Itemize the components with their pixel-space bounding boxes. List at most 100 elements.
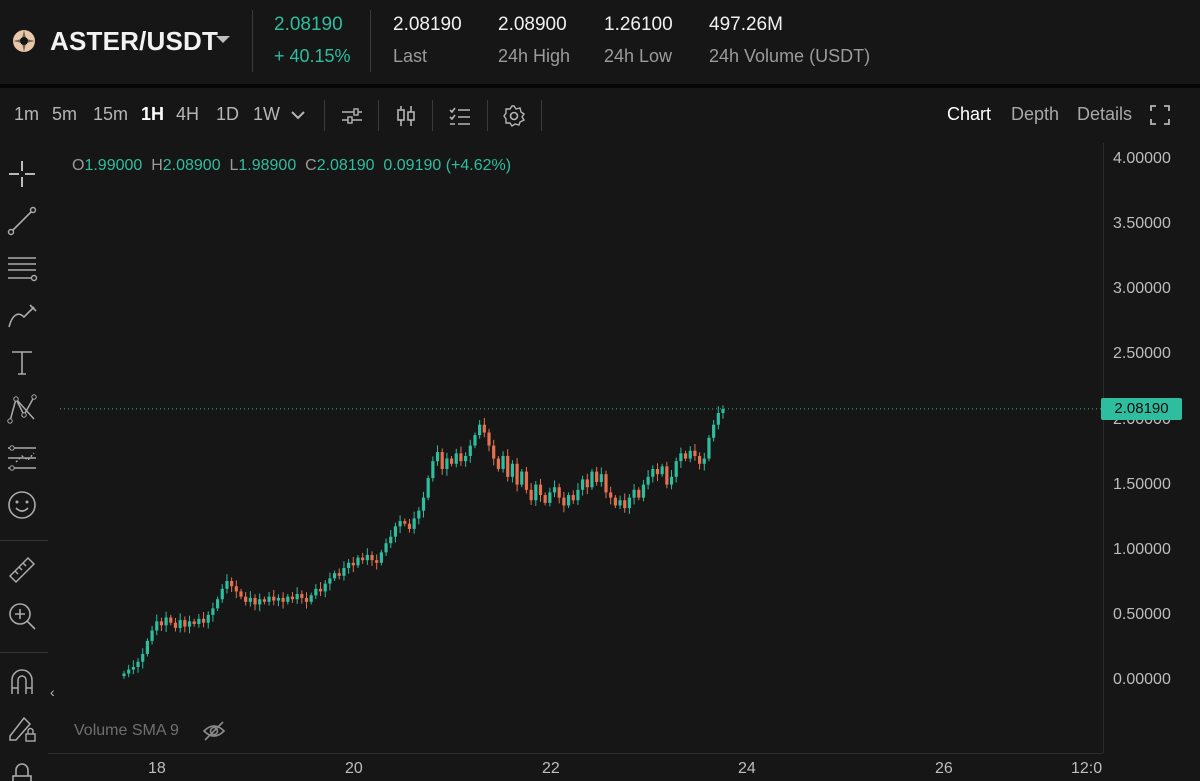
fullscreen-icon[interactable] [1149,104,1171,126]
candle-body [562,497,566,506]
timeframe-1m[interactable]: 1m [14,104,39,125]
lock-icon[interactable] [6,758,38,781]
toolbar-separator [487,100,488,131]
price-tick-label: 0.00000 [1113,671,1171,688]
stat-high-value: 2.08900 [498,14,567,35]
candle-body [665,466,669,485]
timeframe-1d[interactable]: 1D [216,104,239,125]
toolbar-separator [324,100,325,131]
candle-body [506,455,510,477]
candle-body [641,484,646,498]
ohlc-open-label: O [72,157,85,174]
price-tick-label: 4.00000 [1113,150,1171,167]
candle-body [683,453,688,459]
emoji-icon[interactable] [6,489,38,521]
candle-body [332,573,337,579]
candle-body [155,621,159,631]
tool-separator [0,652,48,653]
view-tab-depth[interactable]: Depth [1011,104,1059,125]
header-separator [252,10,253,72]
horizontal-lines-icon[interactable] [6,252,38,284]
candle-body [674,461,678,477]
candle-body [281,597,285,602]
candle-body [590,471,594,488]
hide-indicator-eye-icon[interactable] [202,720,226,742]
candle-body [421,497,426,511]
candle-body [314,588,318,596]
pattern-icon[interactable] [6,393,38,425]
candle-body [599,474,603,483]
timeframe-1h[interactable]: 1H [141,104,164,125]
price-axis-border [1103,143,1104,753]
candle-body [248,597,252,602]
candle-body [393,526,398,537]
lock-draw-icon[interactable] [6,712,38,744]
candlestick-type-icon[interactable] [394,104,418,128]
candle-body [566,495,571,506]
candle-body [230,581,234,587]
candles-group [122,405,725,679]
candle-body [487,432,491,446]
template-list-icon[interactable] [448,104,472,128]
candle-body [482,424,486,433]
view-tab-details[interactable]: Details [1077,104,1132,125]
collapse-toolbar-icon[interactable]: ‹ [50,684,55,700]
zoom-in-icon[interactable] [6,600,38,632]
candle-body [347,562,351,568]
last-price-tag: 2.08190 [1101,398,1182,420]
candle-body [548,492,552,503]
candle-body [389,536,393,544]
candle-body [244,596,248,602]
candle-body [655,468,660,475]
magnet-icon[interactable] [6,666,38,698]
candle-body [492,445,496,459]
price-chart[interactable] [48,143,1103,753]
timeframe-4h[interactable]: 4H [176,104,199,125]
timeframe-1w[interactable]: 1W [253,104,280,125]
candle-body [173,622,178,628]
brush-icon[interactable] [6,299,38,331]
candle-body [473,435,477,446]
candle-body [403,521,407,524]
stat-last-value: 2.08190 [393,14,462,35]
candle-body [651,468,655,477]
timeframe-15m[interactable]: 15m [93,104,128,125]
candle-body [365,554,369,561]
settings-gear-icon[interactable] [502,104,526,128]
candle-body [136,661,140,667]
candle-body [496,458,500,469]
ohlc-high: 2.08900 [162,157,221,174]
candle-body [169,617,173,623]
ohlc-change: 0.09190 [383,157,442,174]
candle-body [581,479,585,490]
candle-body [609,492,613,498]
candle-body [693,450,697,456]
candle-body [637,489,641,498]
price-tick-label: 1.50000 [1113,475,1171,493]
time-tick-label: 22 [542,760,560,777]
view-tab-chart[interactable]: Chart [947,104,991,125]
candle-body [660,466,664,475]
candle-body [426,478,430,498]
ruler-icon[interactable] [6,554,38,586]
candle-body [623,500,627,509]
timeframe-more-chevron-icon[interactable] [289,108,307,122]
forecast-icon[interactable] [6,440,38,472]
trendline-icon[interactable] [6,205,38,237]
candle-body [595,471,599,483]
pair-dropdown-caret-icon[interactable] [216,36,230,43]
candle-body [351,562,355,566]
timeframe-5m[interactable]: 5m [52,104,77,125]
candle-body [258,599,262,605]
indicators-icon[interactable] [340,104,364,128]
candle-body [478,424,482,436]
text-icon[interactable] [6,346,38,378]
candle-body [220,588,224,600]
pair-name[interactable]: ASTER/USDT [50,26,218,57]
price-tick-label: 3.00000 [1113,280,1171,298]
candle-body [164,617,168,626]
candle-body [127,669,131,674]
candle-body [501,455,505,469]
crosshair-icon[interactable] [6,158,38,190]
volume-indicator-label[interactable]: Volume SMA 9 [74,722,179,740]
